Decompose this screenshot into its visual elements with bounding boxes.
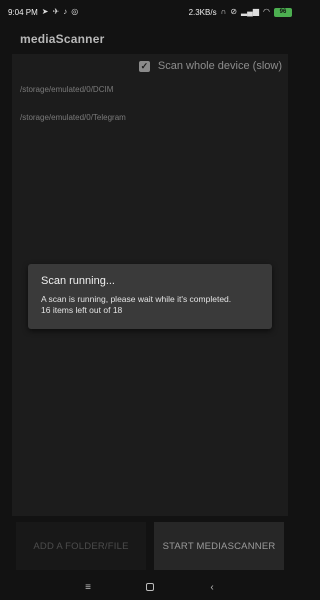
dialog-progress: 16 items left out of 18 (41, 305, 123, 315)
signal-icon: ▂▄▆ (241, 7, 260, 16)
dialog-message: A scan is running, please wait while it'… (41, 294, 232, 304)
battery-icon: 96 (274, 7, 292, 17)
navigation-bar: ≡ ‹ (0, 574, 300, 600)
scan-whole-device-option[interactable]: ✓ Scan whole device (slow) (138, 54, 288, 78)
headphone-icon: ∩ (220, 7, 227, 16)
recents-icon[interactable]: ≡ (81, 580, 95, 594)
status-time: 9:04 PM (8, 7, 38, 17)
folder-item[interactable]: /storage/emulated/0/Telegram (20, 112, 126, 140)
status-bar: 9:04 PM ➤ ✈ ♪ ◎ 2.3KB/s ∩ ⊘ ▂▄▆ ◠ 96 (0, 0, 300, 24)
start-mediascanner-button[interactable]: START MEDIASCANNER (154, 522, 284, 570)
scan-running-dialog: Scan running... A scan is running, pleas… (28, 264, 272, 329)
app-title: mediaScanner (20, 32, 105, 46)
dialog-title: Scan running... (41, 275, 115, 287)
folder-item[interactable]: /storage/emulated/0/DCIM (20, 84, 126, 112)
dnd-icon: ⊘ (230, 7, 238, 16)
status-left: 9:04 PM ➤ ✈ ♪ ◎ (8, 8, 78, 17)
add-folder-button[interactable]: ADD A FOLDER/FILE (16, 522, 146, 570)
scan-whole-device-checkbox[interactable]: ✓ (138, 60, 150, 72)
folder-list: /storage/emulated/0/DCIM /storage/emulat… (20, 84, 126, 140)
whatsapp-icon: ◎ (71, 7, 79, 16)
home-icon (146, 583, 154, 591)
scan-whole-device-label: Scan whole device (slow) (157, 60, 282, 72)
network-speed: 2.3KB/s (188, 7, 217, 17)
navigation-icon: ➤ (41, 7, 49, 16)
tiktok-icon: ♪ (63, 7, 68, 16)
app-bar: mediaScanner (0, 24, 300, 54)
wifi-icon: ◠ (263, 7, 270, 16)
back-icon[interactable]: ‹ (205, 580, 219, 594)
telegram-icon: ✈ (52, 7, 60, 16)
home-button[interactable] (143, 580, 157, 594)
status-right: 2.3KB/s ∩ ⊘ ▂▄▆ ◠ 96 (188, 7, 292, 17)
